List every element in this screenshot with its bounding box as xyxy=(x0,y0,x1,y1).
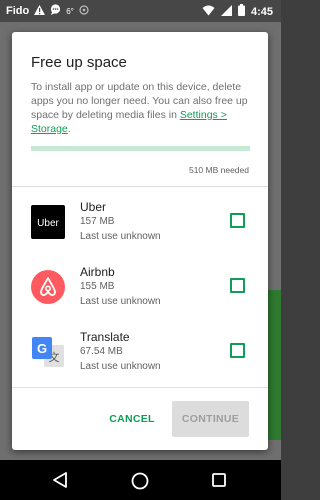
background-green-panel xyxy=(267,290,281,440)
status-bar: Fido 6° 4:45 xyxy=(0,0,281,22)
translate-select-checkbox[interactable] xyxy=(230,343,245,358)
uber-app-icon: Uber xyxy=(31,205,65,239)
status-left: Fido 6° xyxy=(6,4,89,18)
continue-button[interactable]: CONTINUE xyxy=(172,401,249,437)
divider-top xyxy=(12,186,268,187)
uber-select-checkbox[interactable] xyxy=(230,213,245,228)
app-size: 155 MB xyxy=(80,281,115,292)
temperature-label: 6° xyxy=(66,6,74,16)
navigation-bar xyxy=(0,460,281,500)
wifi-icon xyxy=(202,5,215,19)
storage-progress-bar xyxy=(31,146,250,151)
battery-icon xyxy=(237,4,245,19)
dialog-title: Free up space xyxy=(31,54,127,71)
app-name: Translate xyxy=(80,330,130,344)
description-end: . xyxy=(67,123,71,135)
chat-bubble-icon xyxy=(50,4,61,18)
airbnb-select-checkbox[interactable] xyxy=(230,278,245,293)
signal-icon xyxy=(220,4,232,19)
clock-label: 4:45 xyxy=(250,5,273,18)
app-last-use: Last use unknown xyxy=(80,231,161,242)
sync-icon xyxy=(79,4,89,18)
svg-text:G: G xyxy=(37,341,47,356)
app-size: 67.54 MB xyxy=(80,346,123,357)
divider-bottom xyxy=(12,387,268,388)
app-row-translate[interactable]: 文 G Translate 67.54 MB Last use unknown xyxy=(12,330,268,390)
dialog-description: To install app or update on this device,… xyxy=(31,80,253,136)
app-name: Uber xyxy=(80,200,107,214)
airbnb-app-icon xyxy=(31,270,65,304)
carrier-label: Fido xyxy=(6,5,30,17)
app-last-use: Last use unknown xyxy=(80,361,161,372)
back-icon[interactable] xyxy=(53,472,67,493)
app-size: 157 MB xyxy=(80,216,115,227)
space-needed-label: 510 MB needed xyxy=(188,165,249,175)
cancel-button[interactable]: CANCEL xyxy=(104,406,160,432)
app-row-airbnb[interactable]: Airbnb 155 MB Last use unknown xyxy=(12,265,268,325)
warning-icon xyxy=(34,4,46,18)
app-last-use: Last use unknown xyxy=(80,296,161,307)
free-up-space-dialog: Free up space To install app or update o… xyxy=(12,32,268,450)
svg-text:Uber: Uber xyxy=(37,218,59,229)
recents-icon[interactable] xyxy=(212,473,226,492)
translate-app-icon: 文 G xyxy=(31,335,65,369)
app-row-uber[interactable]: Uber Uber 157 MB Last use unknown xyxy=(12,200,268,260)
home-icon[interactable] xyxy=(131,472,149,495)
app-name: Airbnb xyxy=(80,265,115,279)
status-right: 4:45 xyxy=(202,4,273,19)
